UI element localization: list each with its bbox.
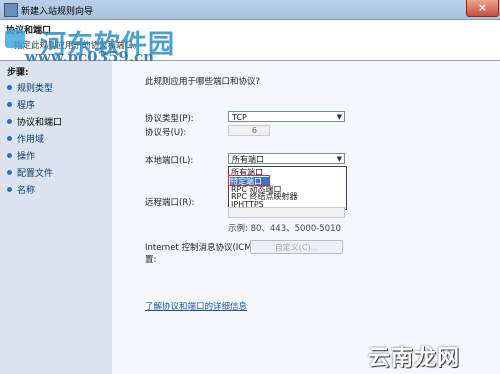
bullet-icon: [7, 153, 12, 158]
question-text: 此规则应用于哪些端口和协议?: [145, 77, 261, 87]
bullet-icon: [7, 187, 12, 192]
chevron-down-icon: ▼: [336, 113, 342, 121]
step-rule-type[interactable]: 规则类型: [7, 81, 53, 94]
step-scope[interactable]: 作用域: [7, 132, 44, 145]
protocol-number-label: 协议号(U):: [145, 128, 187, 138]
bullet-icon: [7, 136, 12, 141]
steps-title: 步骤:: [7, 68, 29, 78]
local-port-label: 本地端口(L):: [145, 156, 194, 166]
remote-port-label: 远程端口(R):: [145, 198, 195, 208]
title-bar: 新建入站规则向导 ×: [0, 0, 500, 20]
step-protocol-ports[interactable]: 协议和端口: [7, 115, 62, 128]
protocol-number-field[interactable]: 6: [228, 125, 270, 136]
customize-button[interactable]: 自定义(C)...: [250, 240, 343, 254]
bullet-icon: [7, 102, 12, 107]
remote-port-input[interactable]: [228, 207, 345, 218]
step-profile[interactable]: 配置文件: [7, 166, 53, 179]
local-port-dropdown-list: 所有端口 特定端口 RPC 动态端口 RPC 终结点映射器 IPHTTPS: [228, 166, 347, 210]
step-name[interactable]: 名称: [7, 183, 35, 196]
window-title: 新建入站规则向导: [21, 7, 94, 17]
example-text: 示例: 80、443、5000-5010: [228, 224, 341, 234]
watermark-bottom: 云南龙网: [368, 346, 461, 371]
watermark-logo-icon: [5, 30, 25, 48]
chevron-down-icon: ▼: [336, 155, 342, 163]
steps-sidebar: 步骤: 规则类型 程序 协议和端口 作用域 操作 配置文件 名称: [0, 61, 112, 374]
step-program[interactable]: 程序: [7, 98, 35, 111]
protocol-type-select[interactable]: TCP ▼: [228, 111, 345, 122]
highlight-box: [228, 175, 270, 186]
learn-more-link[interactable]: 了解协议和端口的详细信息: [145, 300, 247, 312]
protocol-type-label: 协议类型(P):: [145, 114, 194, 124]
close-button[interactable]: ×: [466, 0, 499, 17]
step-action[interactable]: 操作: [7, 149, 35, 162]
bullet-icon: [7, 170, 12, 175]
firewall-app-icon: [4, 3, 18, 17]
bullet-icon: [7, 85, 12, 90]
bullet-icon: [7, 119, 12, 124]
local-port-select[interactable]: 所有端口 ▼: [228, 153, 345, 164]
